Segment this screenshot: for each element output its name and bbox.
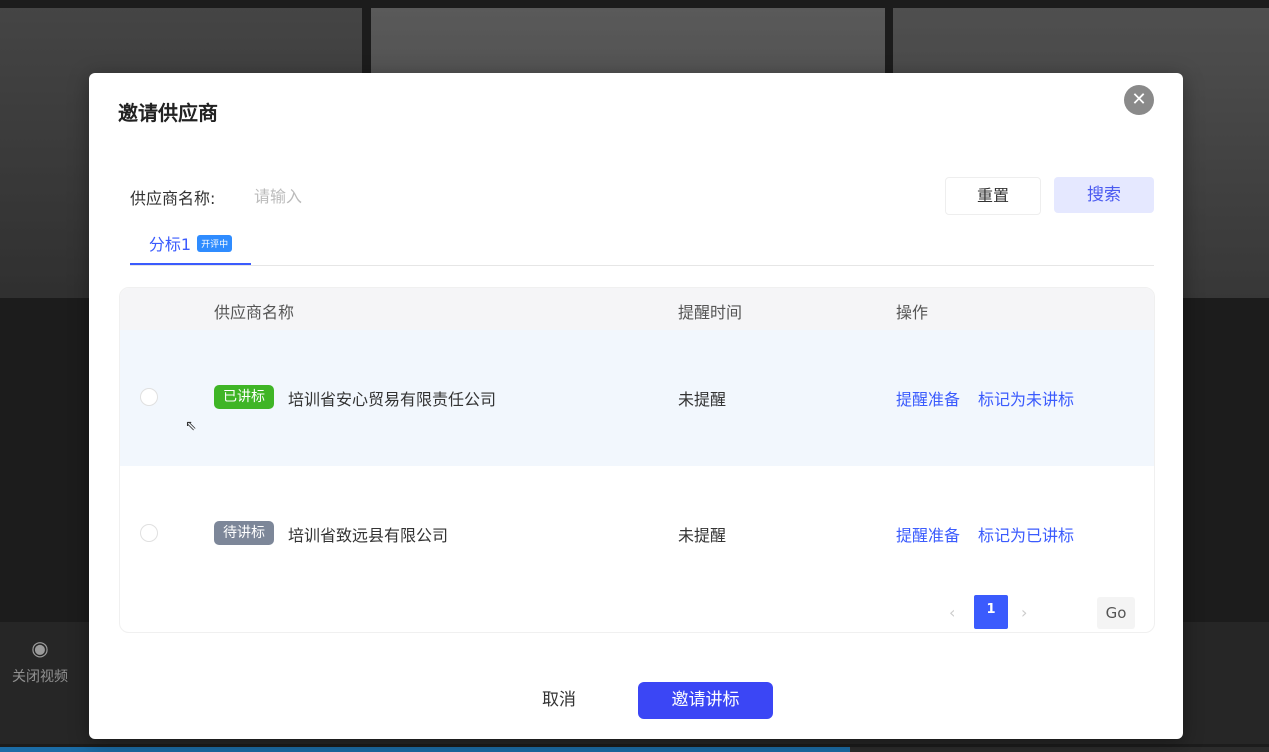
supplier-table: 供应商名称 提醒时间 操作 已讲标 培训省安心贸易有限责任公司 未提醒 提醒准备… bbox=[119, 287, 1155, 633]
header-actions: 操作 bbox=[896, 303, 929, 322]
tab-lot-1[interactable]: 分标1 开评中 bbox=[130, 223, 251, 265]
search-button[interactable]: 搜索 bbox=[1054, 177, 1154, 213]
dialog-title: 邀请供应商 bbox=[118, 101, 218, 125]
pagination: ‹ 1 › Go bbox=[919, 595, 1139, 629]
row-radio[interactable] bbox=[140, 388, 158, 406]
tab-label: 分标1 bbox=[148, 235, 192, 254]
tab-status-badge: 开评中 bbox=[197, 234, 233, 252]
go-button[interactable]: Go bbox=[1097, 597, 1135, 629]
row-radio[interactable] bbox=[140, 524, 158, 542]
lot-tabs: 分标1 开评中 bbox=[130, 223, 1154, 266]
table-header: 供应商名称 提醒时间 操作 bbox=[120, 288, 1154, 330]
remind-time: 未提醒 bbox=[678, 390, 727, 409]
cancel-button[interactable]: 取消 bbox=[511, 681, 607, 719]
status-badge: 待讲标 bbox=[214, 521, 274, 545]
remind-prepare-link[interactable]: 提醒准备 bbox=[896, 522, 960, 546]
mouse-cursor-icon: ⇖ bbox=[185, 418, 197, 434]
supplier-name: 培训省安心贸易有限责任公司 bbox=[288, 390, 497, 409]
invite-presentation-button[interactable]: 邀请讲标 bbox=[638, 682, 773, 719]
table-row: 待讲标 培训省致远县有限公司 未提醒 提醒准备 标记为已讲标 bbox=[120, 466, 1154, 602]
chevron-left-icon[interactable]: ‹ bbox=[949, 603, 955, 622]
mark-not-presented-link[interactable]: 标记为未讲标 bbox=[978, 386, 1074, 410]
supplier-name-label: 供应商名称: bbox=[130, 189, 216, 208]
chevron-right-icon[interactable]: › bbox=[1021, 603, 1027, 622]
supplier-name: 培训省致远县有限公司 bbox=[288, 526, 449, 545]
page-1-button[interactable]: 1 bbox=[974, 595, 1008, 629]
table-row: 已讲标 培训省安心贸易有限责任公司 未提醒 提醒准备 标记为未讲标 bbox=[120, 330, 1154, 466]
remind-time: 未提醒 bbox=[678, 526, 727, 545]
remind-prepare-link[interactable]: 提醒准备 bbox=[896, 386, 960, 410]
reset-button[interactable]: 重置 bbox=[945, 177, 1041, 215]
header-remind-time: 提醒时间 bbox=[678, 303, 743, 322]
close-icon[interactable]: ✕ bbox=[1124, 85, 1154, 115]
invite-supplier-dialog: 邀请供应商 ✕ 供应商名称: 重置 搜索 分标1 开评中 供应商名称 提醒时间 … bbox=[89, 73, 1183, 739]
supplier-name-input[interactable] bbox=[252, 179, 556, 213]
mark-presented-link[interactable]: 标记为已讲标 bbox=[978, 522, 1074, 546]
status-badge: 已讲标 bbox=[214, 385, 274, 409]
header-supplier-name: 供应商名称 bbox=[214, 303, 295, 322]
